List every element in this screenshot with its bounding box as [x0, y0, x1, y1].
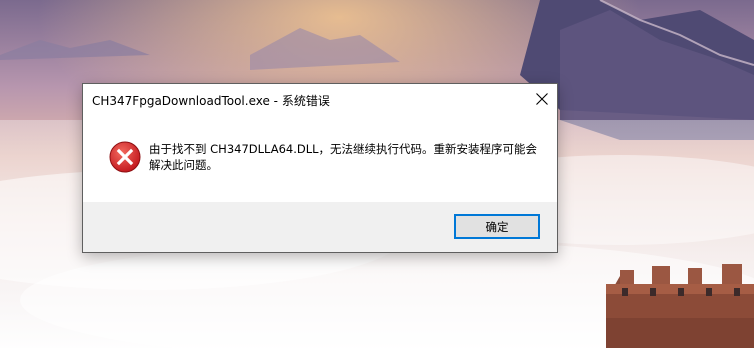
dialog-title: CH347FpgaDownloadTool.exe - 系统错误: [92, 94, 330, 108]
error-icon: [109, 141, 141, 173]
dialog-titlebar[interactable]: CH347FpgaDownloadTool.exe - 系统错误: [83, 84, 557, 116]
dialog-body: 由于找不到 CH347DLLA64.DLL，无法继续执行代码。重新安装程序可能会…: [83, 116, 557, 202]
dialog-footer: 确定: [83, 202, 557, 252]
error-dialog: CH347FpgaDownloadTool.exe - 系统错误 由于找不到 C…: [82, 83, 558, 253]
close-icon: [536, 93, 548, 105]
error-message: 由于找不到 CH347DLLA64.DLL，无法继续执行代码。重新安装程序可能会…: [149, 142, 538, 172]
close-button[interactable]: [527, 84, 557, 114]
ok-button[interactable]: 确定: [454, 214, 540, 239]
